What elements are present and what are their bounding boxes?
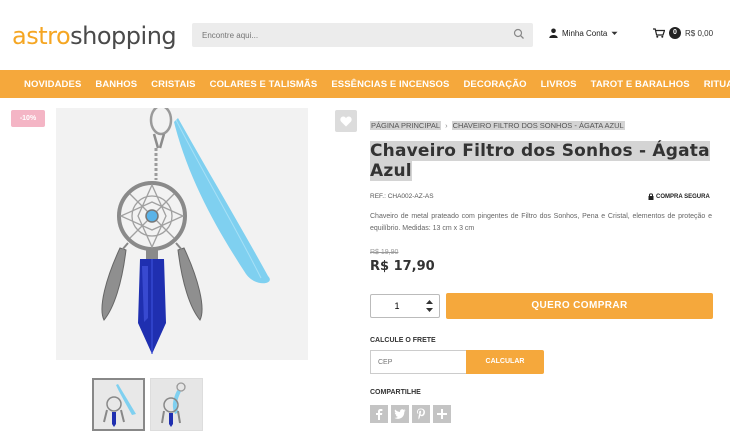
breadcrumb-home[interactable]: PÁGINA PRINCIPAL [370, 121, 442, 130]
cart-total: R$ 0,00 [685, 28, 714, 38]
logo-shopping-text: shopping [70, 22, 177, 50]
thumbnail-photo [94, 380, 143, 429]
heart-icon [340, 116, 352, 126]
breadcrumb-current[interactable]: CHAVEIRO FILTRO DOS SONHOS - ÁGATA AZUL [451, 121, 625, 130]
favorite-button[interactable] [335, 110, 357, 132]
chevron-down-icon [611, 31, 618, 35]
discount-badge: -10% [11, 110, 45, 127]
twitter-icon [394, 409, 406, 419]
user-icon [549, 28, 558, 38]
nav-item-tarot[interactable]: TAROT E BARALHOS [584, 79, 697, 90]
product-thumbnail-1[interactable] [92, 378, 145, 431]
facebook-icon [376, 409, 383, 420]
nav-item-banhos[interactable]: BANHOS [88, 79, 144, 90]
product-ref: REF.: CHA002-AZ-AS [370, 193, 434, 200]
facebook-share-button[interactable] [370, 405, 388, 423]
nav-item-colares[interactable]: COLARES E TALISMÃS [203, 79, 325, 90]
search-input[interactable] [202, 28, 502, 42]
cart-icon [653, 28, 665, 38]
thumbnail-photo [151, 379, 202, 430]
product-title-text: Chaveiro Filtro dos Sonhos - Ágata Azul [370, 141, 710, 181]
nav-item-livros[interactable]: LIVROS [534, 79, 584, 90]
nav-item-essencias[interactable]: ESSÊNCIAS E INCENSOS [324, 79, 456, 90]
search-icon[interactable] [513, 28, 525, 40]
cart-count-badge: 0 [669, 27, 681, 39]
current-price: R$ 17,90 [370, 259, 435, 274]
nav-item-cristais[interactable]: CRISTAIS [144, 79, 202, 90]
share-buttons [370, 405, 451, 423]
cep-input[interactable] [378, 356, 458, 369]
plus-icon [437, 409, 447, 419]
pinterest-share-button[interactable] [412, 405, 430, 423]
breadcrumb: PÁGINA PRINCIPAL › CHAVEIRO FILTRO DOS SON… [370, 121, 625, 130]
site-header: astroshopping Minha Conta 0 R$ 0,00 [0, 0, 730, 70]
nav-item-decoracao[interactable]: DECORAÇÃO [456, 79, 533, 90]
product-photo [56, 108, 308, 360]
buy-button[interactable]: QUERO COMPRAR [446, 293, 713, 319]
secure-label: COMPRA SEGURA [656, 193, 710, 200]
nav-item-novidades[interactable]: NOVIDADES [0, 79, 88, 90]
stepper-arrows-icon[interactable] [425, 298, 434, 314]
share-label: COMPARTILHE [370, 389, 421, 396]
breadcrumb-separator: › [445, 121, 448, 130]
quantity-input[interactable] [377, 299, 417, 313]
product-thumbnail-2[interactable] [150, 378, 203, 431]
site-logo[interactable]: astroshopping [12, 22, 177, 50]
search-bar [192, 23, 533, 47]
account-label: Minha Conta [562, 28, 608, 38]
category-nav: NOVIDADES BANHOS CRISTAIS COLARES E TALI… [0, 70, 730, 98]
cart-button[interactable]: 0 R$ 0,00 [653, 27, 713, 39]
pinterest-icon [417, 408, 425, 420]
product-description: Chaveiro de metal prateado com pingentes… [370, 213, 712, 232]
account-menu[interactable]: Minha Conta [549, 28, 618, 38]
cep-field [370, 350, 466, 374]
product-main-image[interactable] [56, 108, 308, 360]
lock-icon [648, 193, 654, 200]
logo-astro-text: astro [12, 22, 71, 50]
secure-purchase: COMPRA SEGURA [648, 193, 710, 200]
quantity-stepper [370, 294, 440, 318]
calculate-button[interactable]: CALCULAR [466, 350, 544, 374]
product-title: Chaveiro Filtro dos Sonhos - Ágata Azul [370, 141, 710, 181]
more-share-button[interactable] [433, 405, 451, 423]
nav-item-rituais[interactable]: RITUAIS [697, 79, 730, 90]
old-price: R$ 19,90 [370, 249, 399, 256]
twitter-share-button[interactable] [391, 405, 409, 423]
freight-label: CALCULE O FRETE [370, 337, 436, 344]
